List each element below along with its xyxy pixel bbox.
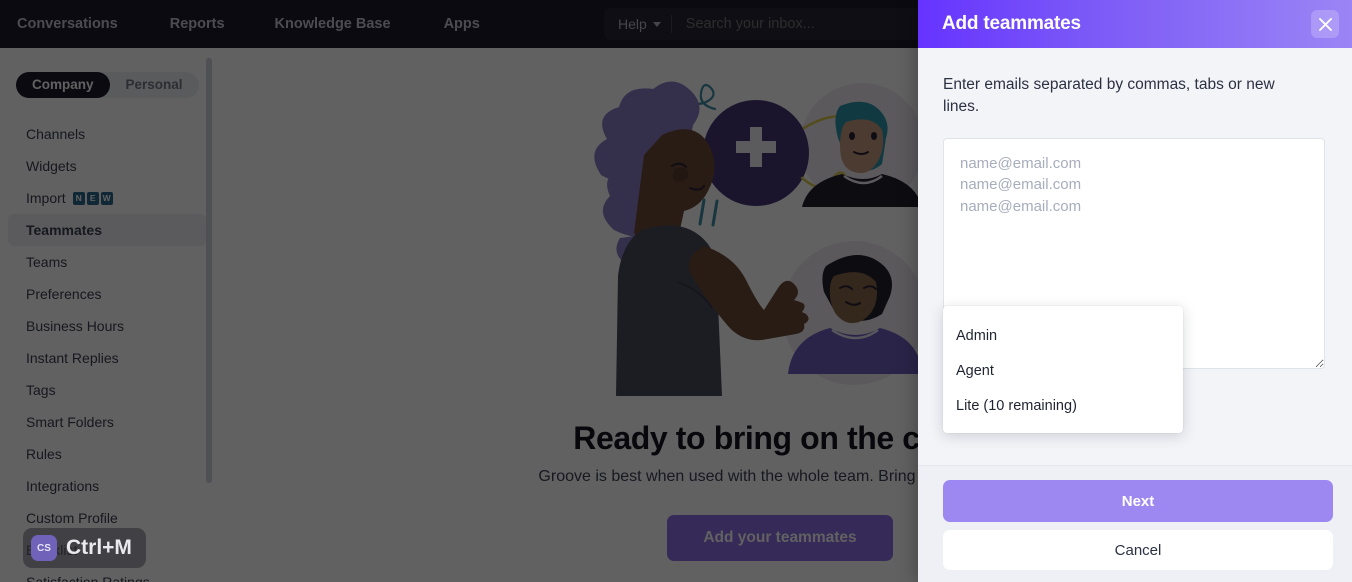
chevron-down-icon — [652, 21, 661, 27]
app-root: Conversations Reports Knowledge Base App… — [0, 0, 1352, 582]
sidebar-item-teammates[interactable]: Teammates — [8, 214, 206, 246]
sidebar-item-label: Widgets — [26, 158, 77, 174]
shortcut-key-icon: CS — [31, 535, 57, 561]
cancel-button[interactable]: Cancel — [943, 530, 1333, 570]
help-scope-label: Help — [618, 16, 647, 32]
help-scope-dropdown[interactable]: Help — [604, 8, 671, 40]
add-your-teammates-button[interactable]: Add your teammates — [667, 515, 893, 561]
shortcut-label: Ctrl+M — [66, 536, 132, 559]
sidebar-item-label: Teams — [26, 254, 68, 270]
sidebar-item-label: Teammates — [26, 222, 103, 238]
sidebar-item-smart-folders[interactable]: Smart Folders — [8, 406, 206, 438]
top-nav-links: Conversations Reports Knowledge Base App… — [0, 16, 480, 32]
nav-link-reports[interactable]: Reports — [170, 16, 225, 32]
new-badge-letter: E — [86, 191, 99, 205]
new-badge: N E W — [72, 191, 113, 205]
sidebar-item-label: Integrations — [26, 478, 100, 494]
next-button[interactable]: Next — [943, 480, 1333, 522]
sidebar-item-label: Smart Folders — [26, 414, 114, 430]
sidebar-item-import[interactable]: Import N E W — [8, 182, 206, 214]
sidebar-item-label: Tags — [26, 382, 56, 398]
sidebar-item-label: Rules — [26, 446, 62, 462]
sidebar-item-label: Business Hours — [26, 318, 125, 334]
nav-link-knowledge-base[interactable]: Knowledge Base — [275, 16, 391, 32]
teammates-illustration — [594, 81, 926, 396]
settings-sidebar: Company Personal Channels Widgets Import… — [0, 48, 214, 582]
sidebar-item-rules[interactable]: Rules — [8, 438, 206, 470]
sidebar-scrollbar-thumb[interactable] — [206, 58, 212, 483]
sidebar-item-label: Instant Replies — [26, 350, 119, 366]
scope-segmented-control: Company Personal — [16, 72, 199, 98]
keyboard-shortcut-overlay: CS Ctrl+M — [23, 528, 146, 568]
sidebar-nav-list: Channels Widgets Import N E W Teammates … — [0, 118, 214, 582]
new-badge-letter: W — [100, 191, 113, 205]
new-badge-letter: N — [72, 191, 85, 205]
role-option-admin[interactable]: Admin — [943, 318, 1183, 353]
sidebar-item-channels[interactable]: Channels — [8, 118, 206, 150]
add-teammates-modal: Add teammates Enter emails separated by … — [918, 0, 1352, 582]
sidebar-item-tags[interactable]: Tags — [8, 374, 206, 406]
role-dropdown-menu: Admin Agent Lite (10 remaining) — [943, 306, 1183, 433]
sidebar-item-integrations[interactable]: Integrations — [8, 470, 206, 502]
nav-link-conversations[interactable]: Conversations — [17, 16, 118, 32]
role-option-lite[interactable]: Lite (10 remaining) — [943, 388, 1183, 423]
segment-personal[interactable]: Personal — [110, 72, 199, 98]
nav-link-apps[interactable]: Apps — [444, 16, 480, 32]
sidebar-item-widgets[interactable]: Widgets — [8, 150, 206, 182]
modal-footer: Next Cancel — [918, 465, 1352, 582]
close-x-glyph — [1318, 17, 1332, 31]
sidebar-item-label: Custom Profile — [26, 510, 118, 526]
sidebar-item-label: Import — [26, 190, 66, 206]
sidebar-item-preferences[interactable]: Preferences — [8, 278, 206, 310]
close-icon[interactable] — [1311, 10, 1339, 38]
sidebar-item-label: Preferences — [26, 286, 102, 302]
sidebar-item-instant-replies[interactable]: Instant Replies — [8, 342, 206, 374]
segment-company[interactable]: Company — [16, 72, 110, 98]
sidebar-item-teams[interactable]: Teams — [8, 246, 206, 278]
modal-header: Add teammates — [918, 0, 1352, 48]
sidebar-item-satisfaction-ratings[interactable]: Satisfaction Ratings — [8, 566, 206, 582]
sidebar-item-label: Channels — [26, 126, 86, 142]
sidebar-item-business-hours[interactable]: Business Hours — [8, 310, 206, 342]
sidebar-item-label: Satisfaction Ratings — [26, 574, 150, 582]
role-option-agent[interactable]: Agent — [943, 353, 1183, 388]
modal-description: Enter emails separated by commas, tabs o… — [943, 76, 1275, 115]
modal-title: Add teammates — [942, 13, 1081, 34]
